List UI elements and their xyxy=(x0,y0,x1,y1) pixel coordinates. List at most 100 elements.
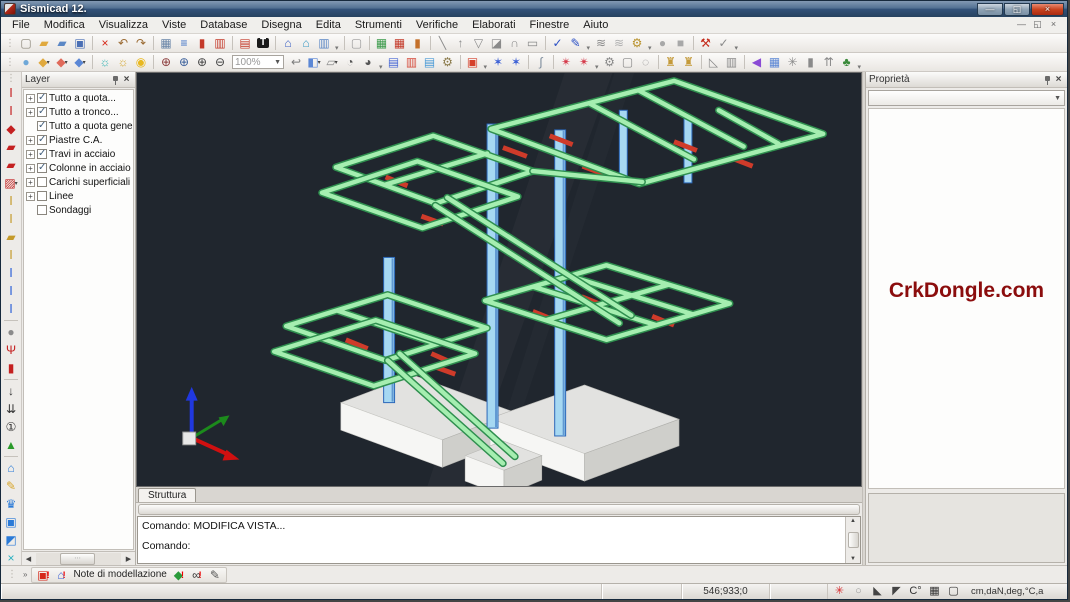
layer-checkbox[interactable] xyxy=(37,135,47,145)
scroll-down-icon[interactable]: ▼ xyxy=(850,556,856,562)
mdi-close-button[interactable]: × xyxy=(1047,19,1060,30)
menu-visualizza[interactable]: Visualizza xyxy=(92,18,155,32)
edit-pen-icon[interactable]: ✎ xyxy=(567,35,585,52)
layer-checkbox[interactable] xyxy=(37,177,47,187)
wind-direction-alt-icon[interactable]: ✴ xyxy=(575,54,593,71)
select-pointer-icon[interactable]: ◀ xyxy=(748,54,766,71)
close-icon[interactable]: × xyxy=(1053,74,1064,85)
pile-insert-icon[interactable]: Ψ xyxy=(2,341,20,359)
restore-button[interactable]: ◱ xyxy=(1004,3,1030,16)
command-splitter-bar[interactable] xyxy=(138,504,860,515)
dome-blue-icon[interactable]: ⌂ xyxy=(2,459,20,477)
expand-toggle-icon[interactable]: + xyxy=(26,192,35,201)
light-ambient-icon[interactable]: ◉ xyxy=(132,54,150,71)
light-point-icon[interactable]: ☼ xyxy=(114,54,132,71)
search-notes-icon[interactable]: ∞! xyxy=(188,566,206,583)
frame-target-icon[interactable]: ▣ xyxy=(464,54,482,71)
toolbar-overflow-icon[interactable]: ▾ xyxy=(484,63,488,71)
scrollbar-thumb[interactable] xyxy=(848,532,859,548)
layer-item[interactable]: + Tutto a quota... xyxy=(24,91,133,105)
save-icon[interactable]: ▣ xyxy=(71,35,89,52)
delete-aux-icon[interactable]: × xyxy=(2,549,20,565)
grid-toggle-icon[interactable]: ▦ xyxy=(925,584,944,599)
undo-icon[interactable]: ↶ xyxy=(114,35,132,52)
steel-profile-icon[interactable]: ∫ xyxy=(532,54,550,71)
terrain-icon[interactable]: ▲ xyxy=(2,436,20,454)
select-arrow-icon[interactable]: ◤ xyxy=(887,584,906,599)
text-style-icon[interactable]: T xyxy=(254,35,272,52)
beam-solid-icon[interactable]: ◆ xyxy=(2,120,20,138)
wall-insert-icon[interactable]: ▰ xyxy=(2,138,20,156)
show-sections-icon[interactable]: ▥ xyxy=(315,35,333,52)
solid-extrude-down-icon[interactable]: ◆▾ xyxy=(53,54,71,71)
beam-steel-node-icon[interactable]: Ⅰ xyxy=(2,210,20,228)
load-point-icon[interactable]: ↓ xyxy=(2,382,20,400)
model-errors-icon[interactable]: ▣! xyxy=(34,566,52,583)
layer-checkbox[interactable] xyxy=(37,191,47,201)
expand-toggle-icon[interactable]: + xyxy=(26,150,35,159)
beam-hatched-icon[interactable]: ▨▾ xyxy=(2,174,20,192)
menu-file[interactable]: File xyxy=(5,18,37,32)
orbit-icon[interactable]: ◔ xyxy=(341,54,359,71)
repair-tools-icon[interactable]: ⚒ xyxy=(697,35,715,52)
wizard-tools-icon[interactable]: ⚙ xyxy=(628,35,646,52)
scroll-right-icon[interactable]: ▶ xyxy=(122,555,135,563)
layer-item[interactable]: + Carichi superficiali e f xyxy=(24,175,133,189)
layer-item[interactable]: + Tutto a quota generic xyxy=(24,119,133,133)
layer-item[interactable]: + Piastre C.A. xyxy=(24,133,133,147)
layer-checkbox[interactable] xyxy=(37,121,47,131)
generate-model-icon[interactable]: ✶ xyxy=(489,54,507,71)
draw-plane-icon[interactable]: ◪ xyxy=(488,35,506,52)
property-object-selector[interactable]: ▼ xyxy=(868,90,1065,106)
mdi-minimize-button[interactable]: — xyxy=(1015,19,1028,30)
mdi-restore-button[interactable]: ◱ xyxy=(1031,19,1044,30)
menu-modifica[interactable]: Modifica xyxy=(37,18,92,32)
mesh-plate-icon[interactable]: ▦ xyxy=(766,54,784,71)
layer-item[interactable]: + Tutto a tronco... xyxy=(24,105,133,119)
beam-insert-node-icon[interactable]: Ⅰ xyxy=(2,102,20,120)
solid-sweep-icon[interactable]: ◆▾ xyxy=(71,54,89,71)
frame-green-icon[interactable]: ▦ xyxy=(373,35,391,52)
toolbar-overflow-icon[interactable]: ▾ xyxy=(379,63,383,71)
delete-icon[interactable]: × xyxy=(96,35,114,52)
panel-one-icon[interactable]: ◩ xyxy=(2,531,20,549)
properties-list-area[interactable]: CrkDongle.com xyxy=(868,108,1065,489)
layer-checkbox[interactable] xyxy=(37,107,47,117)
zoom-realtime-icon[interactable]: ⊕ xyxy=(157,54,175,71)
solid-sphere-icon[interactable]: ● xyxy=(654,35,672,52)
measure-set-icon[interactable]: ◺ xyxy=(705,54,723,71)
expand-toggle-icon[interactable]: + xyxy=(26,108,35,117)
window-cascade-icon[interactable]: ▤ xyxy=(421,54,439,71)
beam-steel-alt-icon[interactable]: Ⅰ xyxy=(2,246,20,264)
menu-database[interactable]: Database xyxy=(193,18,254,32)
vegetation-icon[interactable]: ♣ xyxy=(838,54,856,71)
beam-steel-solid-icon[interactable]: ▰ xyxy=(2,228,20,246)
open-recent-icon[interactable]: ▰ xyxy=(53,35,71,52)
menu-disegna[interactable]: Disegna xyxy=(254,18,308,32)
solid-cube-icon[interactable]: ■ xyxy=(672,35,690,52)
menu-elaborati[interactable]: Elaborati xyxy=(465,18,522,32)
crown-section-icon[interactable]: ♛ xyxy=(2,495,20,513)
close-icon[interactable]: × xyxy=(121,74,132,85)
temperature-icon[interactable]: C° xyxy=(906,584,925,599)
lift-arrows-icon[interactable]: ⇈ xyxy=(820,54,838,71)
layer-horizontal-scrollbar[interactable]: ◀ ⋯ ▶ xyxy=(22,551,135,565)
column-insert-icon[interactable]: ▮ xyxy=(2,359,20,377)
draw-slope-icon[interactable]: ╲ xyxy=(434,35,452,52)
lamp-off-icon[interactable]: ○ xyxy=(849,584,868,599)
model-checks-icon[interactable]: ◆! xyxy=(170,566,188,583)
sketch-notes-icon[interactable]: ✎ xyxy=(206,566,224,583)
layer-checkbox[interactable] xyxy=(37,205,47,215)
menu-viste[interactable]: Viste xyxy=(155,18,193,32)
render-shaded-icon[interactable]: ● xyxy=(17,54,35,71)
load-case-1-icon[interactable]: ① xyxy=(2,418,20,436)
snap-marker-icon[interactable]: ✳ xyxy=(830,584,849,599)
command-scrollbar[interactable]: ▲ ▼ xyxy=(845,517,860,563)
menu-verifiche[interactable]: Verifiche xyxy=(409,18,465,32)
layer-item[interactable]: + Linee xyxy=(24,189,133,203)
zoom-window-icon[interactable]: ⊕ xyxy=(175,54,193,71)
orbit-free-icon[interactable]: ◕ xyxy=(359,54,377,71)
pillar-icon[interactable]: ▮ xyxy=(802,54,820,71)
scroll-up-icon[interactable]: ▲ xyxy=(850,518,856,524)
beam-wood-icon[interactable]: Ⅰ xyxy=(2,264,20,282)
